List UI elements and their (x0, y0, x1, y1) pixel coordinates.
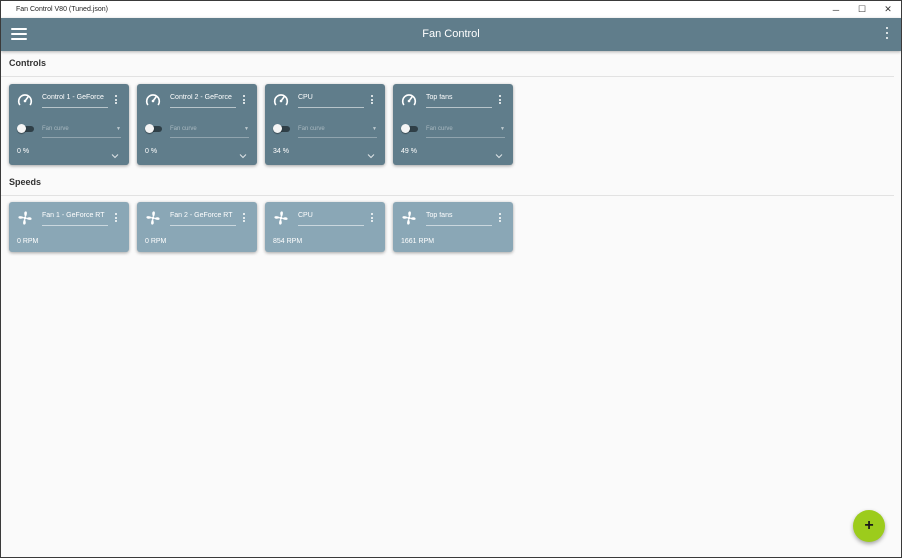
add-button[interactable]: + (853, 510, 885, 542)
more-options-icon[interactable] (885, 27, 889, 41)
control-value: 0 % (145, 148, 158, 155)
fan-curve-placeholder: Fan curve (170, 126, 197, 132)
speedometer-icon (17, 92, 33, 108)
control-card[interactable]: Control 2 - GeForce Fan curve ▼ 0 % (137, 84, 257, 165)
speed-name[interactable]: Fan 1 - GeForce RT (42, 212, 108, 219)
expand-chevron-icon[interactable] (111, 147, 119, 159)
control-value: 34 % (273, 148, 289, 155)
card-more-icon[interactable] (371, 213, 374, 223)
fan-icon (145, 210, 161, 226)
app-bar: Fan Control (1, 18, 901, 51)
speed-value: 0 RPM (17, 238, 39, 245)
speed-card[interactable]: Fan 2 - GeForce RT 0 RPM (137, 202, 257, 252)
dropdown-caret-icon: ▼ (500, 126, 505, 132)
speedometer-icon (273, 92, 289, 108)
window-title: Fan Control V80 (Tuned.json) (16, 6, 108, 13)
enable-toggle[interactable] (401, 124, 418, 133)
control-name[interactable]: Control 1 - GeForce (42, 94, 108, 101)
speed-card[interactable]: CPU 854 RPM (265, 202, 385, 252)
fan-icon (17, 210, 33, 226)
name-underline (298, 107, 364, 108)
enable-toggle[interactable] (17, 124, 34, 133)
enable-toggle[interactable] (145, 124, 162, 133)
maximize-button[interactable]: ☐ (849, 1, 875, 18)
speeds-section-title: Speeds (9, 177, 42, 187)
card-more-icon[interactable] (243, 95, 246, 105)
fan-curve-placeholder: Fan curve (298, 126, 325, 132)
divider (1, 76, 894, 77)
speed-name[interactable]: Fan 2 - GeForce RT (170, 212, 236, 219)
card-more-icon[interactable] (499, 95, 502, 105)
title-bar: Fan Control V80 (Tuned.json) ─ ☐ ✕ (1, 1, 901, 18)
controls-section-title: Controls (9, 58, 46, 68)
divider (1, 195, 894, 196)
name-underline (426, 225, 492, 226)
fan-curve-select[interactable]: Fan curve ▼ (426, 126, 505, 138)
name-underline (42, 225, 108, 226)
name-underline (42, 107, 108, 108)
close-button[interactable]: ✕ (875, 1, 901, 18)
name-underline (170, 225, 236, 226)
expand-chevron-icon[interactable] (367, 147, 375, 159)
app-window: Fan Control V80 (Tuned.json) ─ ☐ ✕ Fan C… (0, 0, 902, 558)
speed-value: 0 RPM (145, 238, 167, 245)
dropdown-caret-icon: ▼ (244, 126, 249, 132)
dropdown-caret-icon: ▼ (116, 126, 121, 132)
fan-curve-select[interactable]: Fan curve ▼ (42, 126, 121, 138)
control-card[interactable]: Control 1 - GeForce Fan curve ▼ 0 % (9, 84, 129, 165)
minimize-button[interactable]: ─ (823, 1, 849, 18)
enable-toggle[interactable] (273, 124, 290, 133)
card-more-icon[interactable] (115, 95, 118, 105)
app-title: Fan Control (422, 28, 480, 40)
speed-name[interactable]: CPU (298, 212, 364, 219)
card-more-icon[interactable] (115, 213, 118, 223)
dropdown-caret-icon: ▼ (372, 126, 377, 132)
control-value: 49 % (401, 148, 417, 155)
fan-curve-select[interactable]: Fan curve ▼ (170, 126, 249, 138)
fan-curve-placeholder: Fan curve (426, 126, 453, 132)
speed-value: 1661 RPM (401, 238, 435, 245)
control-value: 0 % (17, 148, 30, 155)
fan-icon (273, 210, 289, 226)
speedometer-icon (145, 92, 161, 108)
name-underline (426, 107, 492, 108)
fan-curve-placeholder: Fan curve (42, 126, 69, 132)
speed-card[interactable]: Top fans 1661 RPM (393, 202, 513, 252)
window-controls: ─ ☐ ✕ (823, 1, 901, 18)
control-card[interactable]: CPU Fan curve ▼ 34 % (265, 84, 385, 165)
control-card[interactable]: Top fans Fan curve ▼ 49 % (393, 84, 513, 165)
name-underline (298, 225, 364, 226)
speed-card[interactable]: Fan 1 - GeForce RT 0 RPM (9, 202, 129, 252)
speed-name[interactable]: Top fans (426, 212, 492, 219)
fan-icon (401, 210, 417, 226)
expand-chevron-icon[interactable] (239, 147, 247, 159)
fan-curve-select[interactable]: Fan curve ▼ (298, 126, 377, 138)
speedometer-icon (401, 92, 417, 108)
card-more-icon[interactable] (371, 95, 374, 105)
control-name[interactable]: CPU (298, 94, 364, 101)
speed-value: 854 RPM (273, 238, 303, 245)
control-name[interactable]: Top fans (426, 94, 492, 101)
card-more-icon[interactable] (243, 213, 246, 223)
name-underline (170, 107, 236, 108)
expand-chevron-icon[interactable] (495, 147, 503, 159)
card-more-icon[interactable] (499, 213, 502, 223)
control-name[interactable]: Control 2 - GeForce (170, 94, 236, 101)
